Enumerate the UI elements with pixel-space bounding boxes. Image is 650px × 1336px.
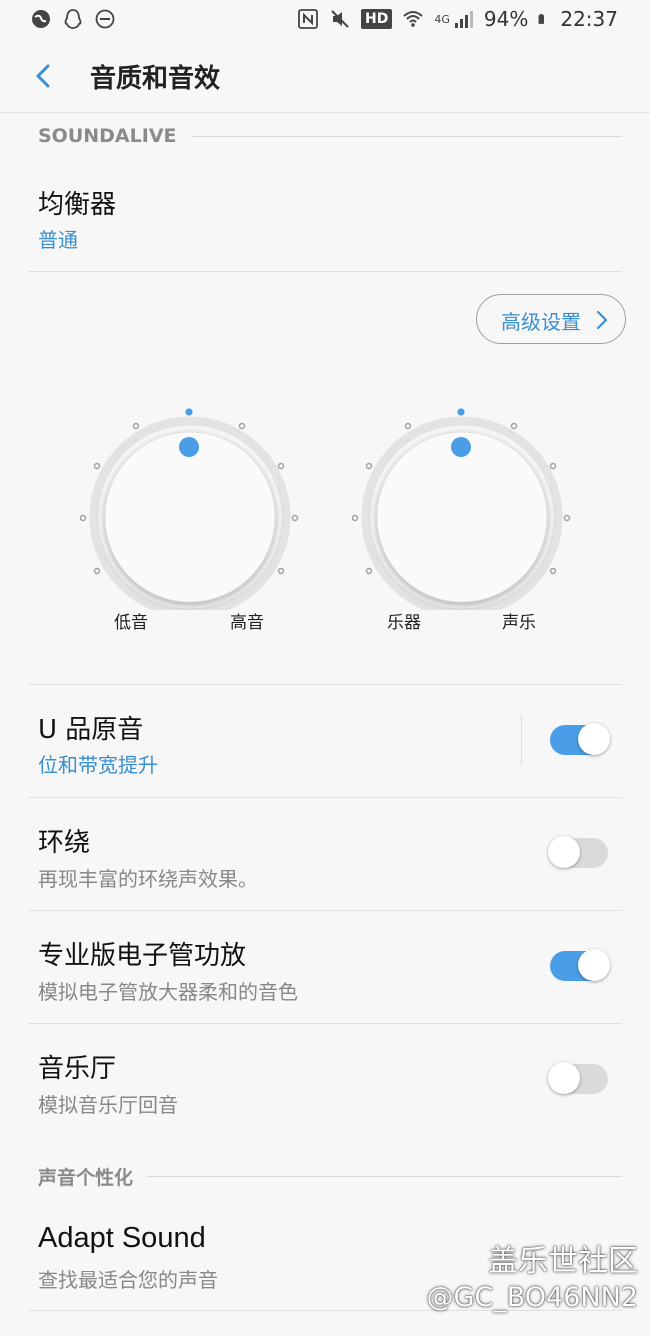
chevron-left-icon[interactable] — [28, 60, 60, 92]
hd-icon: HD — [361, 9, 393, 29]
setting-row-concert-hall[interactable]: 音乐厅 模拟音乐厅回音 — [0, 1024, 650, 1136]
setting-row-surround[interactable]: 环绕 再现丰富的环绕声效果。 — [0, 798, 650, 910]
section-header-soundalive: SOUNDALIVE — [38, 125, 622, 147]
dial-left-label: 低音 — [114, 613, 148, 633]
equalizer-value: 普通 — [38, 228, 78, 252]
nfc-icon — [298, 9, 318, 29]
setting-title: U 品原音 — [38, 715, 144, 745]
dial-indicator — [451, 437, 471, 457]
wifi-icon — [403, 11, 424, 27]
app-bar: 音质和音效 — [0, 40, 650, 113]
uhq-toggle[interactable] — [550, 723, 610, 755]
dial-right-label: 声乐 — [502, 613, 536, 633]
do-not-disturb-icon — [95, 9, 115, 29]
dial-area: 低音 高音 乐器 声乐 — [0, 380, 650, 650]
setting-subtitle: 模拟电子管放大器柔和的音色 — [38, 980, 298, 1004]
setting-title: 环绕 — [38, 828, 91, 858]
dial-left-label: 乐器 — [387, 613, 421, 633]
dial-indicator — [179, 437, 199, 457]
bass-treble-dial[interactable] — [78, 400, 302, 610]
dial-right-label: 高音 — [230, 613, 264, 633]
dial-knob[interactable] — [376, 431, 548, 603]
setting-title: 专业版电子管功放 — [38, 941, 247, 971]
surround-toggle[interactable] — [548, 836, 608, 868]
setting-subtitle: 模拟音乐厅回音 — [38, 1093, 178, 1117]
qq-icon — [64, 9, 82, 29]
status-left — [30, 8, 116, 30]
circle-globe-icon — [32, 10, 50, 28]
toggle-knob — [578, 949, 610, 981]
status-right: HD 4G 94% 22:37 — [297, 7, 618, 31]
adapt-sound-subtitle: 查找最适合您的声音 — [38, 1268, 218, 1292]
chevron-right-icon — [596, 310, 608, 330]
battery-icon — [538, 14, 545, 24]
signal-icon — [454, 11, 473, 28]
advanced-settings-label: 高级设置 — [501, 310, 581, 334]
toggle-knob — [548, 1062, 580, 1094]
section-rule — [190, 135, 622, 137]
dial-tick-active — [457, 408, 465, 416]
equalizer-row[interactable]: 均衡器 普通 — [0, 160, 650, 272]
instrument-vocal-dial[interactable] — [350, 400, 574, 610]
section-rule — [147, 1176, 622, 1177]
setting-subtitle: 位和带宽提升 — [38, 753, 158, 777]
section-label: 声音个性化 — [38, 1167, 134, 1189]
vertical-divider — [521, 715, 522, 765]
page-title: 音质和音效 — [90, 64, 221, 94]
clock: 22:37 — [560, 7, 618, 31]
watermark-line2: @GC_BO46NN2 — [426, 1282, 638, 1313]
watermark-line1: 盖乐世社区 — [488, 1244, 638, 1279]
setting-row-uhq[interactable]: U 品原音 位和带宽提升 — [0, 685, 650, 797]
tube-amp-toggle[interactable] — [550, 949, 610, 981]
network-type: 4G — [434, 12, 450, 26]
toggle-knob — [548, 836, 580, 868]
mute-icon — [331, 10, 349, 28]
dial-knob[interactable] — [104, 431, 276, 603]
setting-subtitle: 再现丰富的环绕声效果。 — [38, 867, 258, 891]
equalizer-title: 均衡器 — [38, 190, 117, 220]
status-bar: HD 4G 94% 22:37 — [0, 0, 650, 40]
section-label: SOUNDALIVE — [38, 125, 177, 147]
advanced-settings-button[interactable]: 高级设置 — [476, 294, 626, 344]
dial-tick-active — [185, 408, 193, 416]
divider — [28, 271, 622, 272]
adapt-sound-title: Adapt Sound — [38, 1222, 206, 1254]
battery-percent: 94% — [483, 7, 529, 31]
setting-row-tube-amp[interactable]: 专业版电子管功放 模拟电子管放大器柔和的音色 — [0, 911, 650, 1023]
section-header-personalization: 声音个性化 — [38, 1163, 622, 1190]
setting-title: 音乐厅 — [38, 1054, 117, 1084]
concert-hall-toggle[interactable] — [548, 1062, 608, 1094]
toggle-knob — [578, 723, 610, 755]
